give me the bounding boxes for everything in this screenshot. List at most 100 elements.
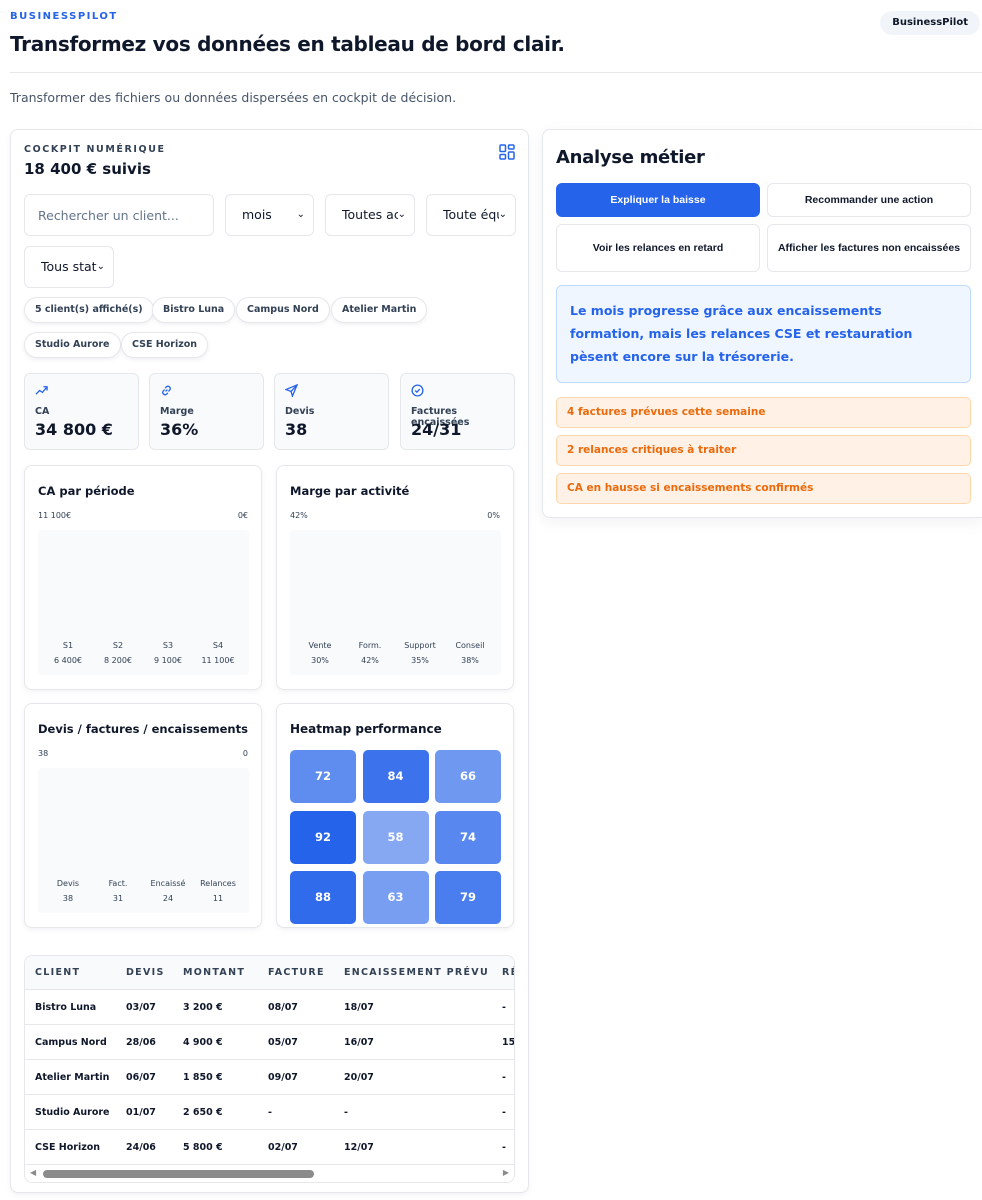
chip-client[interactable]: Campus Nord bbox=[236, 297, 330, 323]
bar-value: 11 bbox=[212, 894, 224, 903]
table-cell: Atelier Martin bbox=[35, 1072, 110, 1083]
chart-title: Marge par activité bbox=[290, 484, 410, 498]
trending-up-icon bbox=[35, 386, 48, 395]
heatmap-cell[interactable]: 74 bbox=[435, 810, 501, 864]
chart-bar: Conseil 38% bbox=[444, 641, 496, 665]
table-cell: CSE Horizon bbox=[35, 1142, 101, 1153]
chart-bar: Relances 11 bbox=[192, 879, 244, 903]
recommend-action-button[interactable]: Recommander une action bbox=[767, 183, 971, 217]
alert-item: CA en hausse si encaissements confirmés bbox=[556, 473, 971, 504]
table-cell: 5 800 € bbox=[183, 1142, 223, 1153]
header-divider bbox=[10, 72, 982, 73]
bar-category: Conseil bbox=[455, 641, 485, 650]
bar-category: Vente bbox=[308, 641, 332, 650]
table-row[interactable]: Atelier Martin 06/07 1 850 € 09/07 20/07 - bbox=[25, 1060, 514, 1095]
period-select[interactable]: mois ⌄ bbox=[225, 194, 314, 236]
table-header-cell[interactable]: RÉ bbox=[502, 967, 514, 978]
table-header-cell[interactable]: CLIENT bbox=[35, 967, 80, 978]
team-select[interactable]: Toute équipe⌄ bbox=[426, 194, 516, 236]
chip-client[interactable]: Atelier Martin bbox=[331, 297, 428, 323]
brand-label: BUSINESSPILOT bbox=[10, 11, 118, 22]
bar-value: 38% bbox=[461, 656, 479, 665]
kpi-card-factures: Factures encaissées 24/31 bbox=[400, 373, 515, 450]
unpaid-invoices-button[interactable]: Afficher les factures non encaissées bbox=[767, 224, 971, 272]
brand-pill[interactable]: BusinessPilot bbox=[880, 11, 980, 35]
table-cell: - bbox=[502, 1002, 506, 1013]
table-cell: - bbox=[344, 1107, 348, 1118]
chart-card-devis-factures: Devis / factures / encaissements 38 0 De… bbox=[24, 703, 262, 928]
scroll-left-arrow-icon[interactable]: ◀ bbox=[30, 1168, 36, 1177]
table-cell: 18/07 bbox=[344, 1002, 374, 1013]
chart-plot-area: S1 6 400€ S2 8 200€ S3 9 100€ S4 11 100€ bbox=[38, 530, 249, 675]
chart-bar: Devis 38 bbox=[42, 879, 94, 903]
table-header-cell[interactable]: DEVIS bbox=[126, 967, 165, 978]
table-header: CLIENT DEVIS MONTANT FACTURE ENCAISSEMEN… bbox=[25, 956, 514, 990]
explain-drop-button[interactable]: Expliquer la baisse bbox=[556, 183, 760, 217]
heatmap-cell[interactable]: 88 bbox=[290, 871, 356, 924]
table-cell: - bbox=[502, 1072, 506, 1083]
table-header-cell[interactable]: FACTURE bbox=[268, 967, 325, 978]
chart-bar: S1 6 400€ bbox=[42, 641, 94, 665]
bar-value: 42% bbox=[361, 656, 379, 665]
table-cell: 1 850 € bbox=[183, 1072, 223, 1083]
table-header-cell[interactable]: MONTANT bbox=[183, 967, 245, 978]
table-cell: 12/07 bbox=[344, 1142, 374, 1153]
search-input[interactable] bbox=[24, 194, 214, 236]
table-cell: 05/07 bbox=[268, 1037, 298, 1048]
table-cell: 20/07 bbox=[344, 1072, 374, 1083]
chart-plot-area: Devis 38 Fact. 31 Encaissé 24 Relances 11 bbox=[38, 768, 249, 913]
chip-client[interactable]: Bistro Luna bbox=[152, 297, 236, 323]
table-cell: Bistro Luna bbox=[35, 1002, 97, 1013]
table-cell: - bbox=[502, 1142, 506, 1153]
cockpit-value: 18 400 € suivis bbox=[24, 160, 151, 178]
analysis-title: Analyse métier bbox=[556, 147, 705, 168]
grid-icon[interactable] bbox=[499, 144, 515, 160]
chip-client-count[interactable]: 5 client(s) affiché(s) bbox=[24, 297, 154, 323]
table-row[interactable]: Campus Nord 28/06 4 900 € 05/07 16/07 15 bbox=[25, 1025, 514, 1060]
chart-axis-max: 11 100€ bbox=[38, 511, 72, 520]
alert-item: 4 factures prévues cette semaine bbox=[556, 397, 971, 428]
chart-axis-max: 42% bbox=[290, 511, 308, 520]
bar-category: S1 bbox=[62, 641, 74, 650]
kpi-value: 24/31 bbox=[411, 420, 462, 439]
late-reminders-button[interactable]: Voir les relances en retard bbox=[556, 224, 760, 272]
bar-value: 30% bbox=[311, 656, 329, 665]
heatmap-cell[interactable]: 72 bbox=[290, 750, 356, 803]
bar-category: Relances bbox=[200, 879, 236, 888]
kpi-value: 38 bbox=[285, 420, 308, 439]
table-row[interactable]: Studio Aurore 01/07 2 650 € - - - bbox=[25, 1095, 514, 1130]
bar-value: 6 400€ bbox=[54, 656, 82, 665]
kpi-card-ca: CA 34 800 € bbox=[24, 373, 139, 450]
activity-select[interactable]: Toutes activités⌄ bbox=[325, 194, 415, 236]
kpi-card-devis: Devis 38 bbox=[274, 373, 389, 450]
heatmap-cell[interactable]: 84 bbox=[362, 750, 429, 803]
horizontal-scrollbar[interactable]: ◀ ▶ bbox=[25, 1165, 514, 1182]
heatmap-cell[interactable]: 79 bbox=[435, 871, 501, 924]
table-header-cell[interactable]: ENCAISSEMENT PRÉVU bbox=[344, 967, 489, 978]
insight-message: Le mois progresse grâce aux encaissement… bbox=[556, 285, 971, 383]
heatmap-cell[interactable]: 92 bbox=[290, 810, 356, 864]
chip-client[interactable]: Studio Aurore bbox=[24, 332, 121, 358]
status-select[interactable]: Tous statuts⌄ bbox=[24, 246, 114, 288]
heatmap-cell[interactable]: 63 bbox=[362, 871, 429, 924]
team-select-value: Toute équipe bbox=[443, 207, 499, 222]
heatmap-cell[interactable]: 58 bbox=[362, 810, 429, 864]
chip-client[interactable]: CSE Horizon bbox=[121, 332, 209, 358]
table-row[interactable]: CSE Horizon 24/06 5 800 € 02/07 12/07 - bbox=[25, 1130, 514, 1165]
client-table: CLIENT DEVIS MONTANT FACTURE ENCAISSEMEN… bbox=[24, 955, 515, 1183]
table-cell: 15 bbox=[502, 1037, 515, 1048]
bar-value: 38 bbox=[62, 894, 74, 903]
cockpit-panel: COCKPIT NUMÉRIQUE 18 400 € suivis mois⌄ … bbox=[10, 129, 529, 1193]
kpi-label: CA bbox=[35, 406, 50, 417]
bar-category: Form. bbox=[358, 641, 382, 650]
table-cell: - bbox=[268, 1107, 272, 1118]
activity-select-value: Toutes activités bbox=[342, 207, 398, 222]
page-subtitle: Transformer des fichiers ou données disp… bbox=[10, 90, 457, 105]
scroll-right-arrow-icon[interactable]: ▶ bbox=[503, 1168, 509, 1177]
table-row[interactable]: Bistro Luna 03/07 3 200 € 08/07 18/07 - bbox=[25, 990, 514, 1025]
scroll-thumb[interactable] bbox=[43, 1170, 314, 1178]
kpi-label: Marge bbox=[160, 406, 194, 417]
table-cell: 09/07 bbox=[268, 1072, 298, 1083]
table-cell: 24/06 bbox=[126, 1142, 156, 1153]
heatmap-cell[interactable]: 66 bbox=[435, 750, 501, 803]
